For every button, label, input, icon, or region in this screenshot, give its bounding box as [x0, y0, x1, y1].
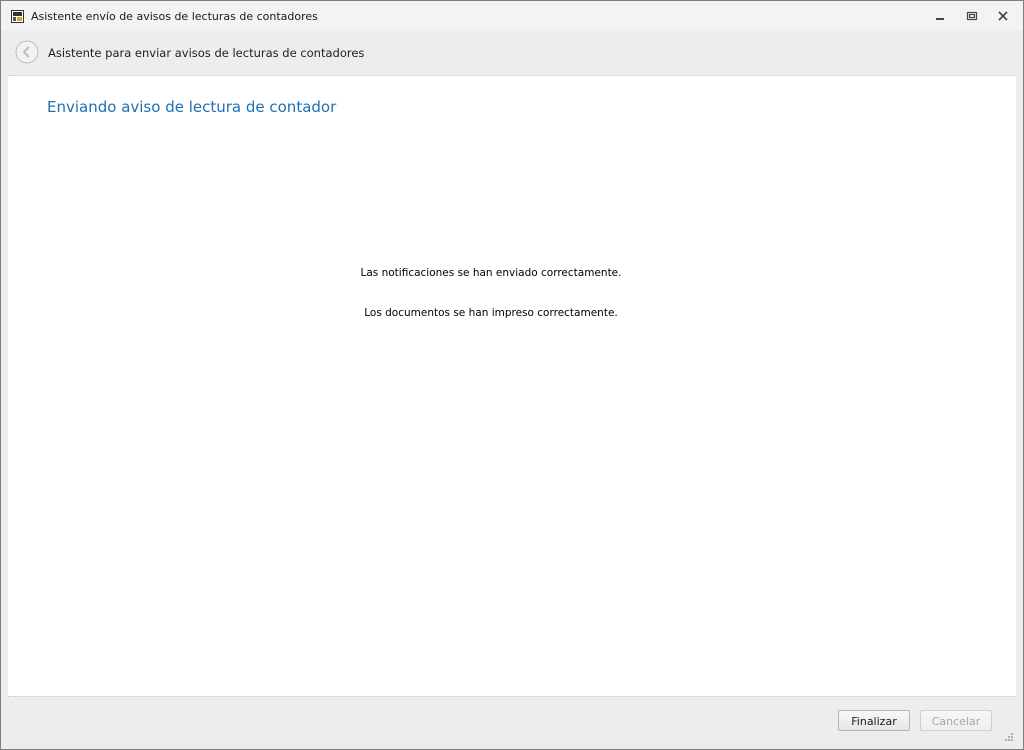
minimize-icon[interactable]: [933, 9, 947, 23]
cancel-button: Cancelar: [920, 710, 992, 731]
title-bar[interactable]: Asistente envío de avisos de lecturas de…: [1, 1, 1023, 31]
finish-button[interactable]: Finalizar: [838, 710, 910, 731]
restore-icon[interactable]: [965, 9, 979, 23]
resize-grip-icon[interactable]: [1004, 732, 1014, 742]
wizard-content: Enviando aviso de lectura de contador La…: [8, 76, 1016, 696]
window-title: Asistente envío de avisos de lecturas de…: [31, 10, 318, 23]
wizard-header: Asistente para enviar avisos de lecturas…: [8, 31, 1016, 76]
page-title: Enviando aviso de lectura de contador: [47, 98, 337, 116]
notifications-sent-message: Las notificaciones se han enviado correc…: [360, 267, 622, 279]
wizard-window: Asistente envío de avisos de lecturas de…: [0, 0, 1024, 750]
wizard-header-title: Asistente para enviar avisos de lecturas…: [48, 46, 365, 60]
documents-printed-message: Los documentos se han impreso correctame…: [364, 307, 618, 319]
app-icon: [11, 10, 24, 23]
back-arrow-icon[interactable]: [15, 40, 39, 64]
close-icon[interactable]: [996, 9, 1010, 23]
wizard-footer: Finalizar Cancelar: [8, 696, 1016, 744]
